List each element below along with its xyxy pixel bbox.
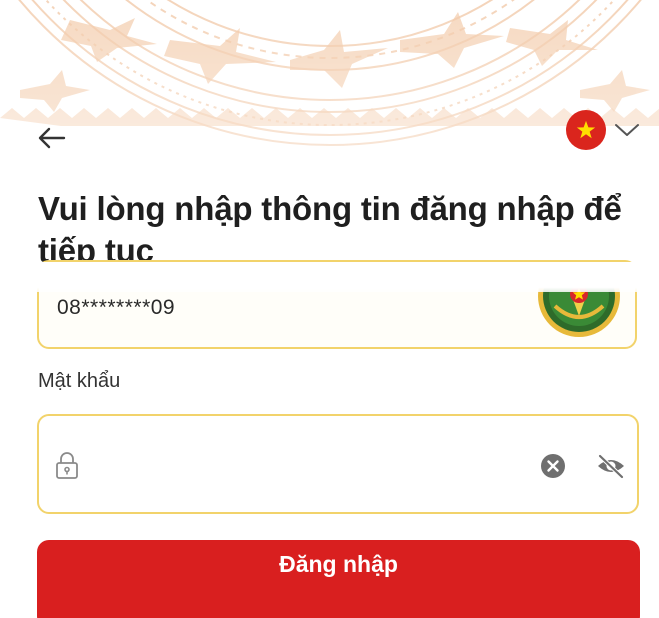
- back-button[interactable]: [30, 118, 74, 158]
- login-screen: Vui lòng nhập thông tin đăng nhập để tiế…: [0, 0, 659, 618]
- vietnam-flag-icon: [566, 110, 606, 150]
- header-drum-pattern: [0, 0, 659, 200]
- clear-icon[interactable]: [539, 452, 567, 480]
- language-selector[interactable]: [566, 108, 654, 152]
- phone-value: 08********09: [57, 296, 176, 319]
- eye-off-icon[interactable]: [595, 452, 627, 480]
- scroll-fade: [0, 262, 659, 292]
- arrow-left-icon: [38, 127, 66, 149]
- chevron-down-icon: [615, 124, 639, 136]
- login-button-label: Đăng nhập: [279, 550, 398, 577]
- lock-icon: [56, 452, 78, 479]
- password-label: Mật khẩu: [38, 370, 121, 392]
- password-field[interactable]: [37, 414, 639, 514]
- login-button[interactable]: Đăng nhập: [37, 540, 640, 618]
